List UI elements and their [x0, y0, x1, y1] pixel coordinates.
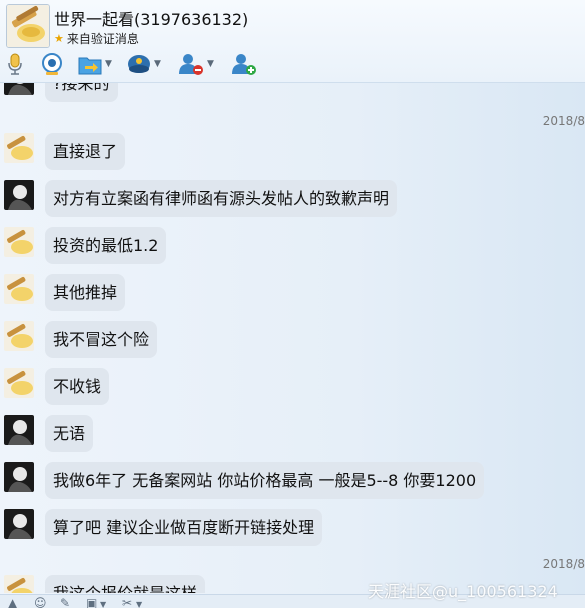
message-bubble[interactable]: 不收钱	[45, 368, 110, 405]
message-row: 我不冒这个险	[0, 321, 585, 361]
camera-icon	[42, 53, 62, 75]
remote-desktop-icon	[128, 55, 150, 73]
add-contact-icon	[232, 54, 256, 75]
remove-contact-button[interactable]: ▼	[178, 50, 214, 78]
image-icon[interactable]: ▣	[86, 597, 97, 608]
chevron-down-icon[interactable]: ▼	[100, 599, 106, 608]
avatar[interactable]	[4, 462, 34, 492]
message-bubble[interactable]: 我做6年了 无备案网站 你站价格最高 一般是5--8 你要1200	[45, 462, 485, 499]
avatar[interactable]	[4, 274, 34, 304]
timestamp: 2018/8	[542, 557, 585, 571]
timestamp: 2018/8	[542, 114, 585, 128]
avatar[interactable]	[4, 509, 34, 539]
message-row: ?接来的	[0, 83, 585, 105]
message-row: 我做6年了 无备案网站 你站价格最高 一般是5--8 你要1200	[0, 462, 585, 502]
message-row: 无语	[0, 415, 585, 455]
message-bubble[interactable]: ?接来的	[45, 83, 118, 102]
message-list[interactable]: ?接来的 2018/8 直接退了 对方有立案函有律师函有源头发帖人的致歉声明 投…	[0, 83, 585, 593]
font-icon[interactable]: ▲	[8, 597, 17, 608]
watermark: 天涯社区@u_100561324	[368, 582, 558, 601]
message-bubble[interactable]: 直接退了	[45, 133, 126, 170]
message-bubble[interactable]: 对方有立案函有律师函有源头发帖人的致歉声明	[45, 180, 398, 217]
avatar[interactable]	[4, 227, 34, 257]
message-bubble[interactable]: 我这个报价就是这样	[45, 575, 206, 593]
chevron-down-icon[interactable]: ▼	[154, 59, 161, 69]
message-row: 不收钱	[0, 368, 585, 408]
video-call-button[interactable]	[40, 50, 64, 78]
edit-icon[interactable]: ✎	[60, 597, 70, 608]
message-row: 算了吧 建议企业做百度断开链接处理	[0, 509, 585, 549]
remote-desktop-button[interactable]: ▼	[127, 50, 161, 78]
message-bubble[interactable]: 无语	[45, 415, 94, 452]
message-bubble[interactable]: 投资的最低1.2	[45, 227, 167, 264]
microphone-icon	[8, 53, 22, 75]
chat-header: 世界一起看(3197636132) ★ 来自验证消息 ▼ ▼ ▼	[0, 0, 585, 83]
add-contact-button[interactable]	[231, 50, 257, 78]
contact-subtitle: ★ 来自验证消息	[54, 30, 139, 47]
message-bubble[interactable]: 我不冒这个险	[45, 321, 158, 358]
message-bubble[interactable]: 其他推掉	[45, 274, 126, 311]
subtitle-text: 来自验证消息	[66, 32, 139, 46]
avatar[interactable]	[4, 415, 34, 445]
message-row: 直接退了	[0, 133, 585, 173]
message-row: 投资的最低1.2	[0, 227, 585, 267]
avatar[interactable]	[4, 321, 34, 351]
microphone-button[interactable]	[6, 50, 24, 78]
contact-avatar[interactable]	[6, 4, 50, 48]
message-row: 对方有立案函有律师函有源头发帖人的致歉声明	[0, 180, 585, 220]
chevron-down-icon[interactable]: ▼	[136, 599, 142, 608]
avatar[interactable]	[4, 368, 34, 398]
message-bubble[interactable]: 算了吧 建议企业做百度断开链接处理	[45, 509, 323, 546]
avatar[interactable]	[4, 180, 34, 210]
star-icon: ★	[54, 32, 64, 45]
chevron-down-icon[interactable]: ▼	[105, 59, 112, 69]
scissors-icon[interactable]: ✂	[122, 597, 132, 608]
remove-contact-icon	[179, 54, 203, 75]
avatar[interactable]	[4, 133, 34, 163]
chevron-down-icon[interactable]: ▼	[207, 59, 214, 69]
chat-toolbar: ▼ ▼ ▼	[0, 50, 585, 80]
emoji-icon[interactable]: ☺	[34, 597, 47, 608]
avatar[interactable]	[4, 575, 34, 593]
file-transfer-icon	[78, 57, 102, 75]
file-transfer-button[interactable]: ▼	[78, 50, 112, 78]
chat-window: 世界一起看(3197636132) ★ 来自验证消息 ▼ ▼ ▼ ?接来的 20…	[0, 0, 585, 608]
contact-name: 世界一起看(3197636132)	[54, 10, 249, 29]
message-row: 其他推掉	[0, 274, 585, 314]
avatar[interactable]	[4, 83, 34, 95]
